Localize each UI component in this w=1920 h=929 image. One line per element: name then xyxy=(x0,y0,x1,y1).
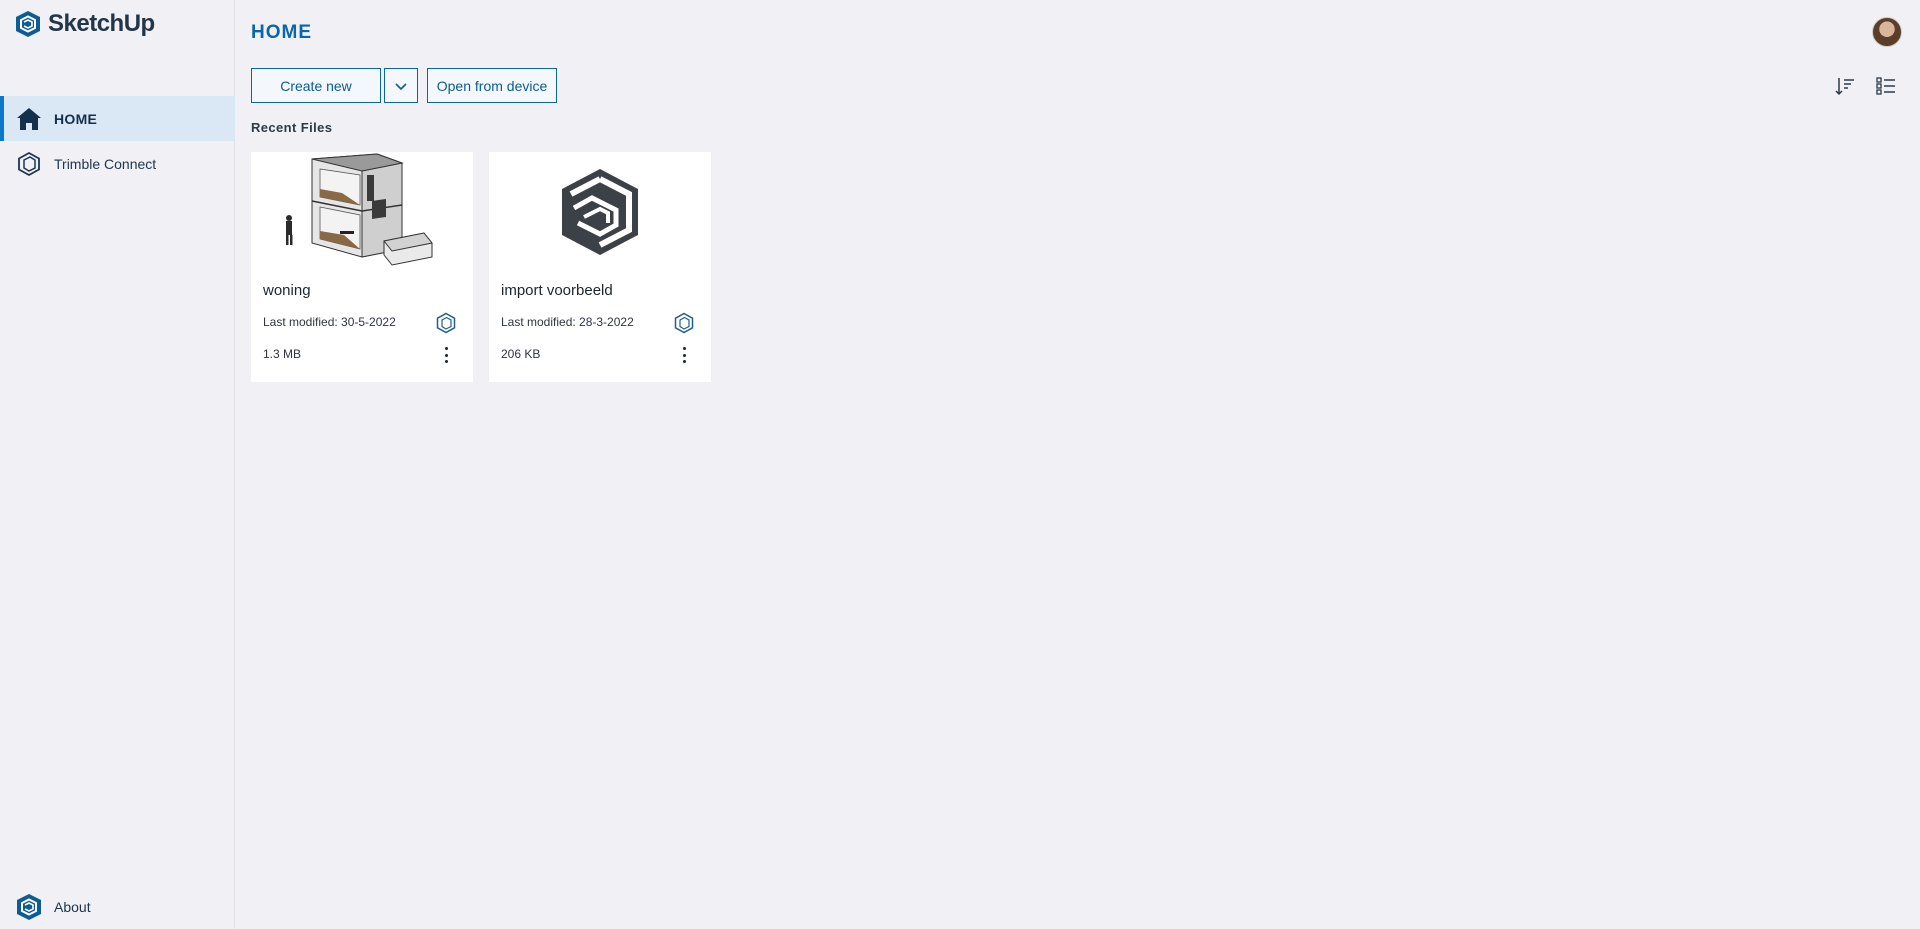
more-options-icon[interactable] xyxy=(439,344,453,366)
avatar[interactable] xyxy=(1872,17,1902,47)
sidebar-item-home[interactable]: HOME xyxy=(0,96,235,141)
file-size: 206 KB xyxy=(501,347,541,361)
create-new-button[interactable]: Create new xyxy=(251,68,381,103)
file-card[interactable]: import voorbeeld Last modified: 28-3-202… xyxy=(489,152,711,382)
file-thumbnail-house xyxy=(251,152,473,272)
list-view-icon[interactable] xyxy=(1874,74,1898,98)
file-card[interactable]: woning Last modified: 30-5-2022 1.3 MB xyxy=(251,152,473,382)
create-new-dropdown-button[interactable] xyxy=(384,68,418,103)
sketchup-logo-icon xyxy=(16,11,40,37)
view-tools xyxy=(1816,74,1898,98)
sidebar-item-label: Trimble Connect xyxy=(54,155,157,172)
trimble-connect-icon xyxy=(15,150,43,178)
about-link[interactable]: About xyxy=(15,889,91,925)
recent-files-list: woning Last modified: 30-5-2022 1.3 MB i xyxy=(251,152,727,382)
brand[interactable]: SketchUp xyxy=(14,10,155,38)
brand-name: SketchUp xyxy=(48,10,155,37)
file-modified: Last modified: 30-5-2022 xyxy=(263,315,396,329)
file-size: 1.3 MB xyxy=(263,347,302,361)
home-icon xyxy=(15,105,43,133)
trimble-connect-icon xyxy=(436,312,456,334)
sidebar-item-label: HOME xyxy=(54,110,98,127)
file-modified: Last modified: 28-3-2022 xyxy=(501,315,634,329)
toolbar: Create new Open from device xyxy=(251,68,557,103)
file-name: woning xyxy=(263,282,311,299)
sketchup-logo-icon xyxy=(562,169,638,255)
page-title: HOME xyxy=(251,22,312,43)
sidebar-nav: HOME Trimble Connect xyxy=(0,96,235,186)
more-options-icon[interactable] xyxy=(677,344,691,366)
sketchup-logo-icon xyxy=(17,894,41,920)
chevron-down-icon xyxy=(395,82,407,90)
trimble-connect-icon xyxy=(674,312,694,334)
sidebar: SketchUp HOME Trimble Connect About xyxy=(0,0,235,929)
open-from-device-button[interactable]: Open from device xyxy=(427,68,557,103)
app-window: SketchUp HOME Trimble Connect About HOME… xyxy=(0,0,1920,929)
sort-icon[interactable] xyxy=(1833,74,1857,98)
file-thumbnail-sketchup xyxy=(489,152,711,272)
recent-files-heading: Recent Files xyxy=(251,120,333,135)
about-label: About xyxy=(54,899,91,915)
file-name: import voorbeeld xyxy=(501,282,613,299)
sidebar-item-trimble-connect[interactable]: Trimble Connect xyxy=(0,141,235,186)
